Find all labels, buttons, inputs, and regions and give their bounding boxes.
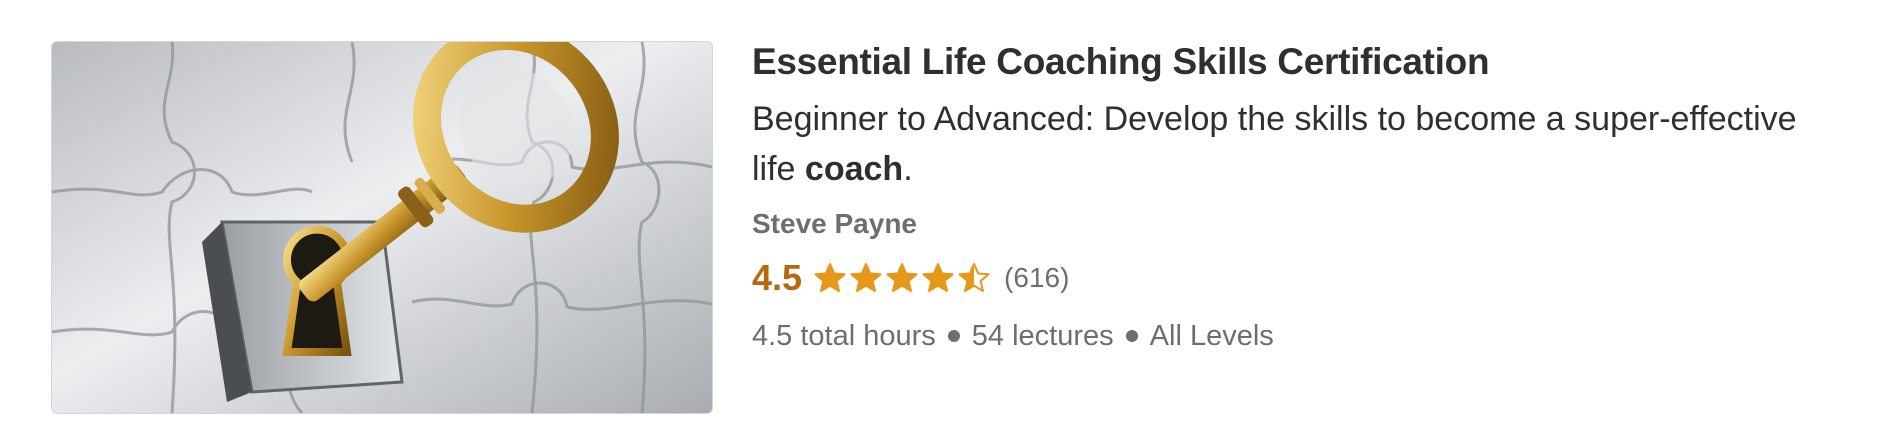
star-full-icon <box>850 263 882 292</box>
instructor-name: Steve Payne <box>752 208 917 239</box>
course-headline: Beginner to Advanced: Develop the skills… <box>752 94 1832 194</box>
separator-dot <box>947 330 960 342</box>
key-puzzle-image <box>52 42 712 413</box>
rating-value: 4.5 <box>752 257 803 298</box>
course-meta: 4.5 total hours 54 lectures All Levels <box>752 314 1852 358</box>
star-full-icon <box>886 263 918 292</box>
total-hours: 4.5 total hours <box>752 320 936 352</box>
star-full-icon <box>814 263 846 292</box>
rating-stars <box>814 262 990 294</box>
course-level: All Levels <box>1149 320 1274 352</box>
review-count: (616) <box>1004 262 1070 293</box>
headline-highlight: coach <box>804 150 904 188</box>
course-card[interactable]: Essential Life Coaching Skills Certifica… <box>0 0 1888 432</box>
lecture-count: 54 lectures <box>971 320 1114 352</box>
separator-dot <box>1125 330 1138 342</box>
star-full-icon <box>922 263 954 292</box>
rating-row: 4.5 (616) <box>752 254 1852 302</box>
course-thumbnail[interactable] <box>51 41 713 414</box>
star-half-icon <box>958 263 990 292</box>
headline-end: . <box>903 150 913 188</box>
course-title[interactable]: Essential Life Coaching Skills Certifica… <box>752 36 1852 88</box>
